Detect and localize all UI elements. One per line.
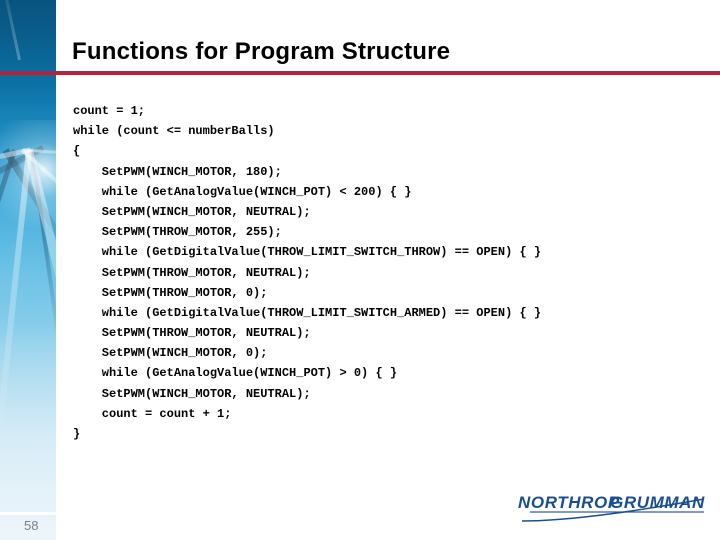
code-line: SetPWM(THROW_MOTOR, 255); — [73, 225, 282, 240]
code-line: while (count <= numberBalls) — [73, 124, 275, 139]
sidebar-center-glow — [0, 120, 56, 240]
page-title: Functions for Program Structure — [72, 38, 451, 65]
logo-artwork: NORTHROP GRUMMAN — [518, 493, 705, 522]
code-line: SetPWM(WINCH_MOTOR, NEUTRAL); — [73, 204, 311, 219]
presentation-slide: Functions for Program Structure count = … — [0, 0, 720, 540]
logo-wordmark-two: GRUMMAN — [610, 493, 705, 512]
code-line: while (GetAnalogValue(WINCH_POT) < 200) … — [73, 184, 412, 199]
code-line: { — [73, 144, 81, 159]
code-line: while (GetDigitalValue(THROW_LIMIT_SWITC… — [73, 305, 542, 320]
code-line: SetPWM(WINCH_MOTOR, 180); — [73, 164, 282, 179]
code-line: while (GetAnalogValue(WINCH_POT) > 0) { … — [73, 366, 398, 381]
code-line: SetPWM(WINCH_MOTOR, NEUTRAL); — [73, 386, 311, 401]
code-block: count = 1; while (count <= numberBalls){ … — [73, 101, 703, 444]
sidebar-bottom-fade — [0, 320, 56, 540]
code-line: SetPWM(THROW_MOTOR, NEUTRAL); — [73, 326, 311, 341]
sidebar-separator — [0, 512, 56, 515]
code-line: } — [73, 427, 81, 441]
code-line: SetPWM(THROW_MOTOR, NEUTRAL); — [73, 265, 311, 280]
code-line: SetPWM(THROW_MOTOR, 0); — [73, 285, 268, 300]
slide-number: 58 — [24, 518, 39, 533]
code-line: SetPWM(WINCH_MOTOR, 0); — [73, 346, 268, 361]
northrop-grumman-logo: NORTHROP GRUMMAN — [512, 488, 708, 526]
code-line: count = 1; — [73, 104, 146, 118]
logo-wordmark-one: NORTHROP — [518, 493, 620, 512]
title-underline-rule — [0, 71, 720, 75]
sidebar-decoration — [0, 0, 56, 540]
code-line: while (GetDigitalValue(THROW_LIMIT_SWITC… — [73, 245, 542, 260]
code-line: count = count + 1; — [73, 406, 232, 421]
